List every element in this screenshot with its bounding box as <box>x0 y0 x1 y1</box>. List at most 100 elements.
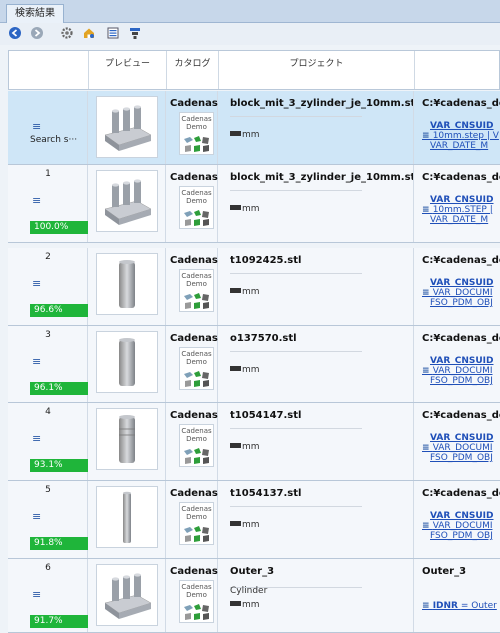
attribute-menu-icon[interactable]: ≡ <box>422 366 433 376</box>
catalog-logo[interactable]: Cadenas Demo <box>179 186 214 229</box>
ruler-icon <box>230 366 241 371</box>
project-name: o137570.stl <box>230 333 297 344</box>
forward-icon[interactable] <box>30 26 44 40</box>
attribute-links: VAR_CNSUID ≡ VAR_DOCUMI FSO_PDM_OBJ <box>422 278 500 308</box>
catalog-logo[interactable]: Cadenas Demo <box>179 269 214 312</box>
column-header-preview[interactable]: プレビュー <box>89 51 167 89</box>
attribute-menu-icon[interactable]: ≡ <box>422 288 433 298</box>
row-menu-icon[interactable]: ≡ <box>32 195 42 206</box>
catalog-logo[interactable]: Cadenas Demo <box>179 112 214 155</box>
attribute-link-3[interactable]: VAR_DATE_M <box>422 141 500 151</box>
attribute-menu-icon[interactable]: ≡ <box>422 205 433 215</box>
row-menu-icon[interactable]: ≡ <box>32 121 42 132</box>
row-number: 1 <box>45 169 51 179</box>
attribute-link-2[interactable]: VAR_DOCUMI <box>433 443 493 453</box>
row-number: 4 <box>45 407 51 417</box>
attribute-links: VAR_CNSUID ≡ VAR_DOCUMI FSO_PDM_OBJ <box>422 356 500 386</box>
column-header-path[interactable] <box>415 51 500 89</box>
attribute-value[interactable]: = Outer <box>461 601 497 611</box>
table-row[interactable]: ≡ Search s··· Cadenas Cadenas Demo block_… <box>8 91 500 165</box>
column-header-rank[interactable] <box>9 51 89 89</box>
table-row[interactable]: 2 ≡ 96.6% Cadenas Cadenas Demo t1092425.s… <box>8 248 500 326</box>
row-menu-icon[interactable]: ≡ <box>32 278 42 289</box>
export-icon[interactable] <box>106 26 120 40</box>
table-row[interactable]: 5 ≡ 91.8% Cadenas Cadenas Demo t1054137.s… <box>8 481 500 559</box>
attribute-link-2[interactable]: VAR_DOCUMI <box>433 366 493 376</box>
attribute-link-2[interactable]: IDNR <box>433 601 458 611</box>
part-preview-thumbnail[interactable] <box>96 486 158 548</box>
project-name: block_mit_3_zylinder_je_10mm.step <box>230 172 413 183</box>
row-menu-icon[interactable]: ≡ <box>32 589 42 600</box>
catalog-name: Cadenas <box>170 410 218 421</box>
match-score-badge: 91.8% <box>30 537 88 550</box>
catalog-logo[interactable]: Cadenas Demo <box>179 424 214 467</box>
settings-icon[interactable] <box>60 26 74 40</box>
home-icon[interactable] <box>82 26 96 40</box>
catalog-logo[interactable]: Cadenas Demo <box>179 347 214 390</box>
part-preview-thumbnail[interactable] <box>96 331 158 393</box>
attribute-link-3[interactable]: FSO_PDM_OBJ <box>422 376 500 386</box>
attribute-links: VAR_CNSUID ≡ 10mm.STEP | VAR_DATE_M <box>422 195 500 225</box>
ruler-icon <box>230 288 241 293</box>
ruler-icon <box>230 443 241 448</box>
unit-label: mm <box>230 442 260 452</box>
attribute-link-3[interactable]: VAR_DATE_M <box>422 215 500 225</box>
unit-label: mm <box>230 365 260 375</box>
back-icon[interactable] <box>8 26 22 40</box>
attribute-link-2[interactable]: VAR_DOCUMI <box>433 521 493 531</box>
project-divider <box>230 351 362 352</box>
part-preview-thumbnail[interactable] <box>96 408 158 470</box>
project-divider <box>230 116 362 117</box>
table-row[interactable]: 1 ≡ 100.0% Cadenas Cadenas Demo block_mit… <box>8 165 500 243</box>
table-row[interactable]: 3 ≡ 96.1% Cadenas Cadenas Demo o137570.st… <box>8 326 500 403</box>
project-name: Outer_3 <box>230 566 275 577</box>
attribute-link-2[interactable]: VAR_DOCUMI <box>433 288 493 298</box>
attribute-link-3[interactable]: FSO_PDM_OBJ <box>422 298 500 308</box>
catalog-name: Cadenas <box>170 333 218 344</box>
catalog-logo[interactable]: Cadenas Demo <box>179 580 214 623</box>
part-preview-thumbnail[interactable] <box>96 96 158 158</box>
attribute-link-1[interactable]: VAR_CNSUID <box>422 356 500 366</box>
ruler-icon <box>230 601 241 606</box>
search-source-label: Search s··· <box>30 135 78 145</box>
part-preview-thumbnail[interactable] <box>96 170 158 232</box>
tab-search-results[interactable]: 検索結果 <box>6 4 64 23</box>
attribute-link-1[interactable]: VAR_CNSUID <box>422 511 500 521</box>
table-row[interactable]: 6 ≡ 91.7% Cadenas Cadenas Demo Outer_3 Cy… <box>8 559 500 633</box>
match-score-badge: 100.0% <box>30 221 88 234</box>
attribute-link-2[interactable]: 10mm.STEP | <box>433 205 493 215</box>
column-header-project[interactable]: プロジェクト <box>219 51 415 89</box>
toolbar <box>0 23 500 45</box>
attribute-menu-icon[interactable]: ≡ <box>422 443 433 453</box>
attribute-link-2[interactable]: 10mm.step | V <box>433 131 499 141</box>
part-preview-thumbnail[interactable] <box>96 253 158 315</box>
unit-label: mm <box>230 600 260 610</box>
project-divider <box>230 506 362 507</box>
catalog-logo[interactable]: Cadenas Demo <box>179 502 214 545</box>
catalog-name: Cadenas <box>170 172 218 183</box>
ruler-icon <box>230 205 241 210</box>
row-menu-icon[interactable]: ≡ <box>32 511 42 522</box>
row-menu-icon[interactable]: ≡ <box>32 433 42 444</box>
project-name: block_mit_3_zylinder_je_10mm.step <box>230 98 413 109</box>
ruler-icon <box>230 131 241 136</box>
attribute-menu-icon[interactable]: ≡ <box>422 521 433 531</box>
attribute-link-3[interactable]: FSO_PDM_OBJ <box>422 531 500 541</box>
project-divider <box>230 190 362 191</box>
part-preview-thumbnail[interactable] <box>96 564 158 626</box>
filter-icon[interactable] <box>128 26 142 40</box>
row-menu-icon[interactable]: ≡ <box>32 356 42 367</box>
column-header-catalog[interactable]: カタログ <box>167 51 219 89</box>
attribute-menu-icon[interactable]: ≡ <box>422 601 433 611</box>
ruler-icon <box>230 521 241 526</box>
attribute-link-1[interactable]: VAR_CNSUID <box>422 121 500 131</box>
attribute-link-1[interactable]: VAR_CNSUID <box>422 278 500 288</box>
attribute-link-3[interactable]: FSO_PDM_OBJ <box>422 453 500 463</box>
attribute-links: VAR_CNSUID ≡ 10mm.step | V VAR_DATE_M <box>422 121 500 151</box>
table-row[interactable]: 4 ≡ 93.1% Cadenas Cadenas Demo t1054147.s… <box>8 403 500 481</box>
match-score-badge: 96.1% <box>30 382 88 395</box>
row-number: 2 <box>45 252 51 262</box>
attribute-link-1[interactable]: VAR_CNSUID <box>422 195 500 205</box>
attribute-link-1[interactable]: VAR_CNSUID <box>422 433 500 443</box>
attribute-menu-icon[interactable]: ≡ <box>422 131 433 141</box>
